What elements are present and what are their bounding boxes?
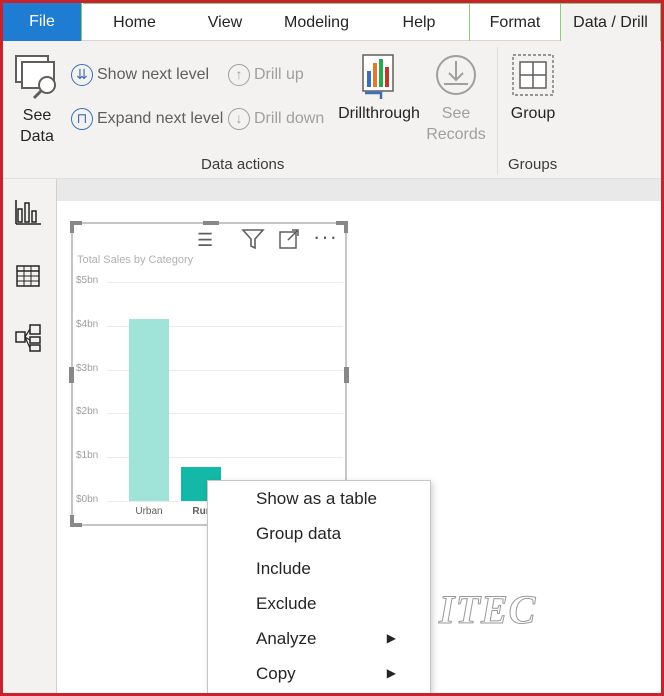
menu-item-show-as-table[interactable]: Show as a table (256, 481, 426, 516)
drill-down-label: Drill down (254, 110, 325, 127)
arrow-up-icon: ↑ (228, 63, 250, 86)
y-tick-label: $5bn (76, 275, 99, 286)
show-next-level-label: Show next level (97, 66, 210, 83)
menu-item-label: Include (256, 559, 311, 578)
resize-handle[interactable] (203, 221, 219, 225)
report-view-icon[interactable] (13, 197, 43, 227)
data-view-icon[interactable] (13, 261, 43, 291)
expand-next-level-icon: ⊓ (71, 107, 93, 130)
y-tick-label: $4bn (76, 318, 99, 330)
menu-item-label: Group data (256, 524, 342, 543)
resize-handle[interactable] (69, 367, 74, 383)
drill-up-label: Drill up (254, 66, 304, 83)
see-data-icon (15, 55, 56, 100)
submenu-arrow-icon: ▶ (386, 666, 396, 680)
y-tick-label: $2bn (76, 406, 99, 418)
tab-help[interactable]: Help (369, 3, 469, 41)
see-records-icon (436, 55, 476, 95)
data-actions-group-label: Data actions (201, 156, 285, 173)
x-tick-label: Urban (135, 506, 163, 517)
y-tick-label: $3bn (76, 362, 99, 374)
tab-home[interactable]: Home (83, 3, 186, 41)
tab-view[interactable]: View (186, 3, 264, 41)
expand-next-level-label: Expand next level (97, 110, 224, 127)
ribbon-separator (497, 47, 498, 175)
resize-handle[interactable] (70, 221, 74, 233)
menu-item-analyze[interactable]: Analyze ▶ (256, 621, 426, 656)
menu-item-label: Copy (256, 664, 296, 683)
group-icon (512, 54, 554, 96)
ribbon: See Data ⇊ Show next level ⊓ Expand next l… (3, 41, 661, 179)
drag-handle-icon[interactable]: ☰ (197, 230, 213, 251)
menu-item-label: Show as a table (256, 489, 377, 508)
see-data-label-2: Data (20, 128, 54, 145)
drillthrough-label: Drillthrough (338, 105, 420, 122)
see-records-button[interactable]: See Records (421, 53, 491, 145)
arrow-down-icon: ↓ (228, 107, 250, 130)
resize-handle[interactable] (344, 221, 348, 233)
y-tick-label: $1bn (76, 450, 99, 462)
more-options-icon[interactable]: ··· (313, 224, 338, 250)
group-label: Group (510, 105, 556, 122)
gridline (107, 282, 343, 283)
tab-data-drill[interactable]: Data / Drill (560, 3, 661, 42)
tab-format[interactable]: Format (469, 3, 560, 41)
menu-item-copy[interactable]: Copy ▶ (256, 656, 426, 691)
see-data-button[interactable]: See Data (11, 53, 63, 153)
menu-item-label: Analyze (256, 629, 317, 648)
resize-handle[interactable] (70, 515, 74, 527)
drill-up-button[interactable]: ↑ Drill up (228, 63, 304, 87)
drillthrough-button[interactable]: Drillthrough (333, 53, 425, 124)
ribbon-tabs: File Home View Modeling Help Format Data… (3, 3, 661, 42)
focus-mode-icon[interactable] (278, 228, 300, 250)
menu-item-exclude[interactable]: Exclude (256, 586, 426, 621)
resize-handle[interactable] (344, 367, 349, 383)
group-button[interactable]: Group (503, 53, 563, 124)
show-next-level-button[interactable]: ⇊ Show next level (71, 63, 209, 87)
tab-divider (81, 3, 82, 41)
tab-file[interactable]: File (3, 3, 81, 41)
see-records-label-2: Records (426, 126, 486, 143)
menu-item-group-data[interactable]: Group data (256, 516, 426, 551)
menu-item-label: Exclude (256, 594, 317, 613)
watermark: ITEC (438, 587, 537, 633)
context-menu: Show as a table Group data Include Exclu… (207, 480, 431, 693)
see-records-label-1: See (441, 105, 471, 122)
drillthrough-icon (362, 54, 394, 99)
menu-item-include[interactable]: Include (256, 551, 426, 586)
expand-next-level-button[interactable]: ⊓ Expand next level (71, 107, 223, 131)
submenu-arrow-icon: ▶ (386, 631, 396, 645)
visual-title: Total Sales by Category (77, 254, 194, 266)
view-rail (3, 179, 57, 693)
canvas-top-bar (57, 179, 661, 201)
app-window: File Home View Modeling Help Format Data… (0, 0, 664, 696)
y-tick-label: $0bn (76, 494, 99, 505)
bar-urban[interactable] (129, 319, 169, 501)
filter-icon[interactable] (241, 228, 265, 250)
see-data-label-1: See (22, 107, 52, 124)
drill-down-button[interactable]: ↓ Drill down (228, 107, 324, 131)
tab-modeling[interactable]: Modeling (264, 3, 369, 41)
groups-group-label: Groups (508, 156, 558, 173)
show-next-level-icon: ⇊ (71, 63, 93, 86)
model-view-icon[interactable] (13, 323, 43, 353)
